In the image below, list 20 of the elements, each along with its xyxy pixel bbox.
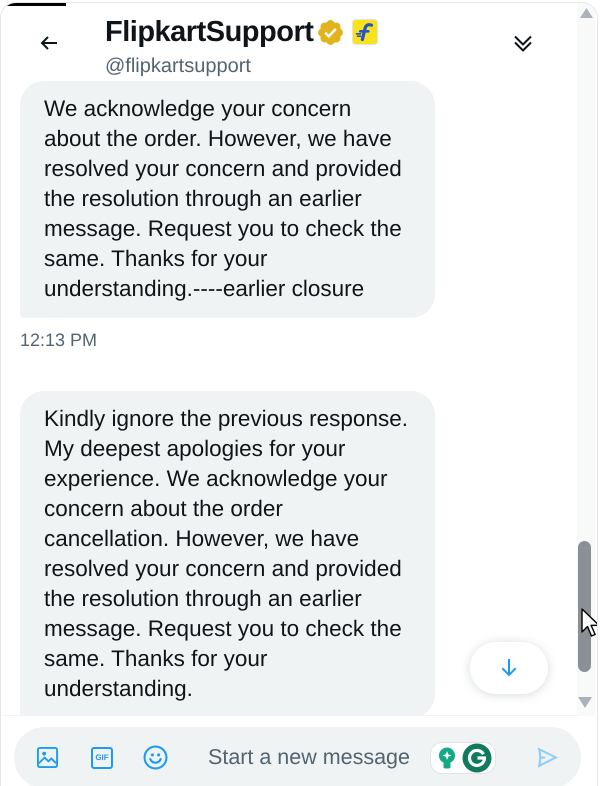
emoji-button[interactable] (143, 745, 168, 770)
scrollbar-track[interactable] (577, 3, 595, 716)
scroll-up-arrow-icon[interactable] (580, 8, 593, 18)
writing-assistant-widget[interactable] (430, 742, 496, 774)
logo-icon (462, 742, 492, 772)
gif-button[interactable]: GIF (91, 746, 113, 768)
scrollbar-thumb[interactable] (578, 541, 591, 672)
smiley-icon (143, 745, 168, 770)
media-button[interactable] (36, 746, 59, 769)
message-bubble: Kindly ignore the previous response. My deepest apologies for your experience. We acknowledge your concern about the order cancellation. However, we have resolved your concern and provided the resolution through an earlier message. Request you to check the same. Thanks for your understanding. (20, 391, 435, 715)
message-input[interactable]: Start a new message (208, 742, 420, 772)
image-icon (36, 746, 59, 769)
send-icon (535, 745, 560, 770)
message-bubble: We acknowledge your concern about the order. However, we have resolved your concern and provided the resolution through an earlier message. Request you to check the same. Thanks for your understanding.----earlier closure (20, 81, 435, 318)
account-handle: @flipkartsupport (105, 54, 252, 78)
lightbulb-icon (437, 744, 457, 770)
account-name: FlipkartSupport (105, 15, 314, 49)
message-time: 12:13 PM (20, 329, 98, 351)
scroll-down-arrow-icon[interactable] (578, 697, 592, 708)
logo-icon (352, 19, 378, 45)
